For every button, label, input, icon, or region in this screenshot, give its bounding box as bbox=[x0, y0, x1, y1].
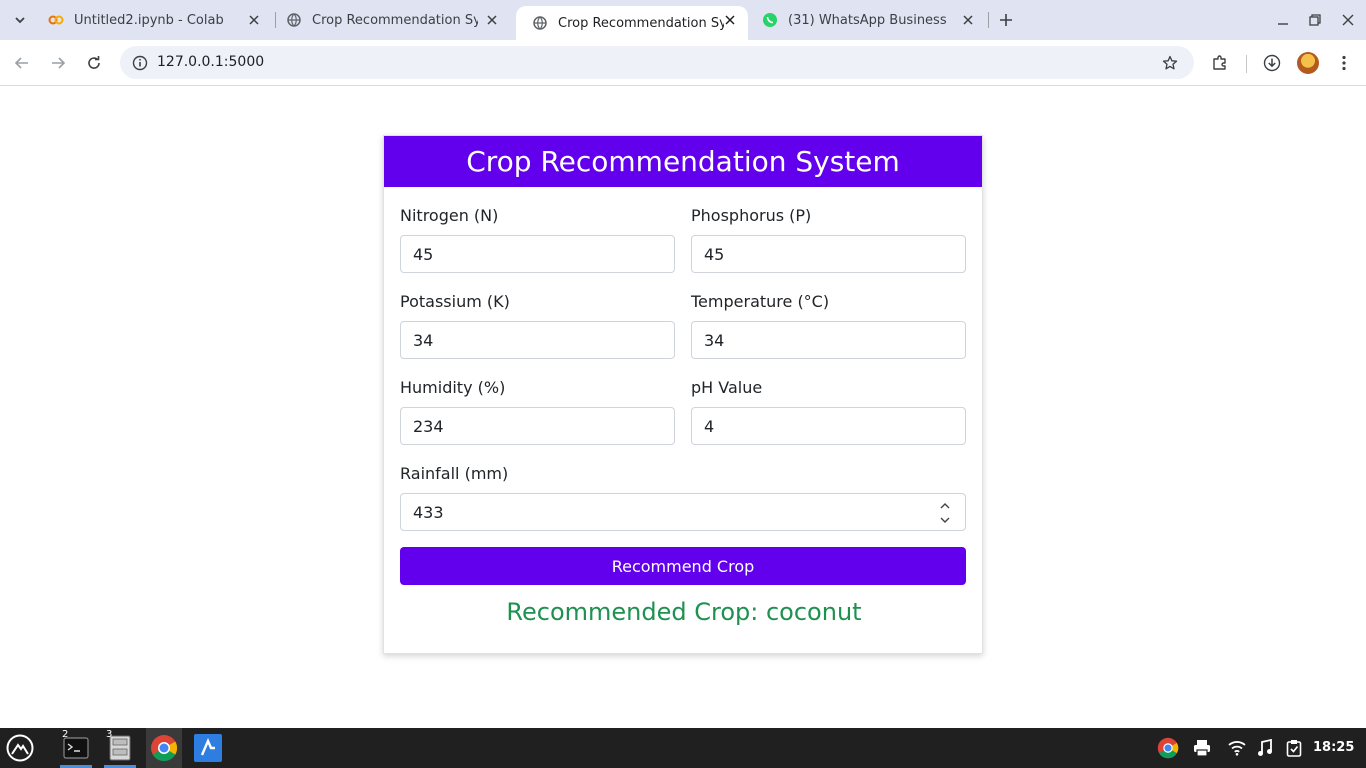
downloads-button[interactable] bbox=[1260, 51, 1284, 75]
close-icon[interactable] bbox=[246, 12, 262, 28]
ph-label: pH Value bbox=[691, 378, 763, 397]
puzzle-icon bbox=[1213, 55, 1226, 70]
arrow-left-icon bbox=[14, 57, 28, 69]
tab-crop-1[interactable]: Crop Recommendation System bbox=[270, 0, 510, 40]
rainfall-label: Rainfall (mm) bbox=[400, 464, 509, 483]
phosphorus-input[interactable]: 45 bbox=[691, 235, 966, 273]
potassium-value: 34 bbox=[413, 330, 434, 350]
humidity-label: Humidity (%) bbox=[400, 378, 506, 397]
nitrogen-value: 45 bbox=[413, 244, 434, 264]
download-icon bbox=[1263, 54, 1281, 72]
minimize-icon bbox=[1278, 23, 1288, 25]
tray-wifi[interactable] bbox=[1225, 736, 1249, 760]
profile-avatar[interactable] bbox=[1297, 52, 1319, 74]
close-icon[interactable] bbox=[960, 12, 976, 28]
number-spinner[interactable] bbox=[939, 503, 951, 523]
globe-icon bbox=[286, 12, 302, 28]
tab-title: Untitled2.ipynb - Colab bbox=[74, 12, 224, 28]
potassium-input[interactable]: 34 bbox=[400, 321, 675, 359]
taskbar-clock[interactable]: 18:25 bbox=[1313, 740, 1354, 755]
window-count-badge: 3 bbox=[106, 729, 113, 740]
recommend-crop-button[interactable]: Recommend Crop bbox=[400, 547, 966, 585]
close-icon[interactable] bbox=[722, 12, 738, 28]
back-button[interactable] bbox=[10, 51, 34, 75]
close-icon bbox=[1342, 14, 1354, 26]
spin-up-icon[interactable] bbox=[940, 503, 950, 509]
restore-icon bbox=[1309, 14, 1321, 26]
tray-chrome[interactable] bbox=[1156, 736, 1180, 760]
tab-whatsapp[interactable]: (31) WhatsApp Business bbox=[746, 0, 986, 40]
chrome-icon bbox=[1157, 737, 1179, 759]
ph-input[interactable]: 4 bbox=[691, 407, 966, 445]
new-tab-button[interactable] bbox=[994, 8, 1018, 32]
rainfall-value: 433 bbox=[413, 502, 444, 522]
nitrogen-input[interactable]: 45 bbox=[400, 235, 675, 273]
recommendation-result: Recommended Crop: coconut bbox=[506, 598, 862, 626]
bookmark-star-icon[interactable] bbox=[1158, 51, 1182, 75]
taskbar-file-manager[interactable]: 3 bbox=[102, 728, 138, 768]
taskbar-app[interactable] bbox=[190, 728, 226, 768]
wifi-icon bbox=[1228, 741, 1246, 756]
spin-down-icon[interactable] bbox=[940, 517, 950, 523]
tab-title: Crop Recommendation System bbox=[558, 15, 724, 31]
tab-title: Crop Recommendation System bbox=[312, 12, 478, 28]
clipboard-icon bbox=[1286, 740, 1302, 757]
app-icon bbox=[194, 734, 222, 762]
printer-icon bbox=[1194, 740, 1210, 757]
close-icon[interactable] bbox=[484, 12, 500, 28]
page-title: Crop Recommendation System bbox=[466, 145, 900, 178]
minimize-button[interactable] bbox=[1273, 10, 1293, 30]
reload-button[interactable] bbox=[82, 51, 106, 75]
music-note-icon bbox=[1258, 739, 1272, 756]
terminal-icon bbox=[63, 737, 89, 759]
plus-icon bbox=[1000, 14, 1012, 26]
tab-search-button[interactable] bbox=[6, 8, 34, 32]
tab-strip: Untitled2.ipynb - Colab Crop Recommendat… bbox=[0, 0, 1366, 40]
phosphorus-label: Phosphorus (P) bbox=[691, 206, 812, 225]
toolbar-divider bbox=[1246, 55, 1247, 73]
taskbar-terminal[interactable]: 2 bbox=[58, 728, 94, 768]
restore-button[interactable] bbox=[1305, 10, 1325, 30]
url-text: 127.0.0.1:5000 bbox=[157, 54, 265, 70]
reload-icon bbox=[88, 56, 100, 69]
tab-colab[interactable]: Untitled2.ipynb - Colab bbox=[32, 0, 272, 40]
browser-toolbar: 127.0.0.1:5000 bbox=[0, 40, 1366, 86]
tab-divider bbox=[988, 12, 989, 28]
temperature-value: 34 bbox=[704, 330, 725, 350]
ph-value: 4 bbox=[704, 416, 715, 436]
address-bar[interactable]: 127.0.0.1:5000 bbox=[120, 46, 1194, 79]
colab-icon bbox=[48, 12, 64, 28]
tab-title: (31) WhatsApp Business bbox=[788, 12, 947, 28]
window-count-badge: 2 bbox=[62, 729, 69, 740]
tab-crop-active[interactable]: Crop Recommendation System bbox=[516, 6, 748, 40]
more-vert-icon bbox=[1342, 55, 1346, 71]
tray-printer[interactable] bbox=[1190, 736, 1214, 760]
arrow-right-icon bbox=[52, 57, 66, 69]
chrome-icon bbox=[151, 735, 178, 762]
rainfall-input[interactable]: 433 bbox=[400, 493, 966, 531]
nitrogen-label: Nitrogen (N) bbox=[400, 206, 499, 225]
potassium-label: Potassium (K) bbox=[400, 292, 510, 311]
tray-clipboard[interactable] bbox=[1282, 736, 1306, 760]
chevron-down-icon bbox=[15, 17, 25, 24]
temperature-label: Temperature (°C) bbox=[691, 292, 830, 311]
taskbar-chrome[interactable] bbox=[146, 728, 182, 768]
site-info-icon[interactable] bbox=[128, 51, 152, 75]
extensions-button[interactable] bbox=[1208, 51, 1232, 75]
humidity-input[interactable]: 234 bbox=[400, 407, 675, 445]
card-header: Crop Recommendation System bbox=[384, 136, 982, 187]
forward-button[interactable] bbox=[46, 51, 70, 75]
humidity-value: 234 bbox=[413, 416, 444, 436]
close-window-button[interactable] bbox=[1338, 10, 1358, 30]
launcher-icon bbox=[6, 734, 34, 762]
os-taskbar: 2 3 18:25 bbox=[0, 728, 1366, 768]
temperature-input[interactable]: 34 bbox=[691, 321, 966, 359]
menu-button[interactable] bbox=[1332, 51, 1356, 75]
tray-audio[interactable] bbox=[1253, 736, 1277, 760]
globe-icon bbox=[532, 15, 548, 31]
phosphorus-value: 45 bbox=[704, 244, 725, 264]
launcher-button[interactable] bbox=[2, 728, 38, 768]
whatsapp-icon bbox=[762, 12, 778, 28]
crop-form-card: Crop Recommendation System Nitrogen (N) … bbox=[383, 135, 983, 654]
